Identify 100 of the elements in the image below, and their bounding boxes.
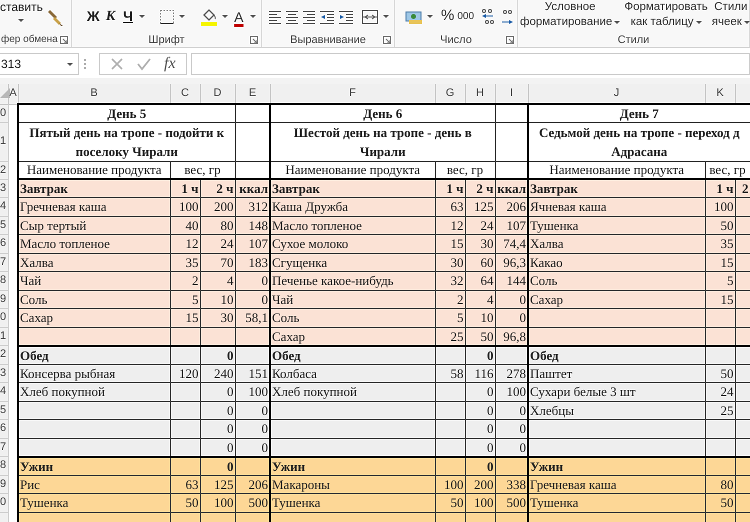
borders-icon[interactable]: [159, 8, 176, 24]
column-header[interactable]: I: [495, 84, 528, 104]
row-header[interactable]: 6: [0, 420, 8, 438]
fill-color-icon[interactable]: [200, 8, 218, 26]
table-cell: Хлеб покупной: [270, 382, 435, 401]
align-left-icon[interactable]: [268, 8, 282, 24]
increase-decimal-icon[interactable]: [480, 8, 496, 26]
table-cell: [435, 401, 465, 420]
format-as-table-button[interactable]: Форматировать как таблицу: [624, 0, 708, 30]
table-cell: 50: [705, 494, 735, 512]
dialog-launcher-icon[interactable]: [250, 36, 258, 44]
caret-icon[interactable]: [138, 13, 146, 20]
column-header[interactable]: G: [435, 84, 465, 104]
table-cell: Завтрак: [270, 179, 435, 198]
increase-indent-icon[interactable]: [338, 8, 354, 24]
row-header[interactable]: 4: [0, 198, 8, 216]
table-cell: [235, 456, 270, 475]
column-header[interactable]: H: [465, 84, 495, 104]
dialog-launcher-icon[interactable]: [506, 36, 514, 44]
bold-button[interactable]: Ж: [86, 6, 100, 27]
table-cell: Обед: [18, 346, 170, 364]
table-cell: 148: [235, 216, 270, 234]
caret-icon[interactable]: [696, 20, 702, 25]
table-cell: 74,4: [495, 234, 528, 253]
row-header[interactable]: 6: [0, 234, 8, 253]
caret-icon[interactable]: [744, 20, 750, 25]
decrease-indent-icon[interactable]: [319, 8, 335, 24]
table-cell: [170, 401, 200, 420]
caret-icon[interactable]: [249, 13, 258, 20]
name-box[interactable]: 313: [0, 53, 79, 75]
row-header[interactable]: 1: [0, 122, 8, 161]
table-cell: Сгущенка: [270, 253, 435, 272]
table-cell: 200: [465, 475, 495, 494]
table-cell: 183: [235, 253, 270, 272]
row-header[interactable]: 8: [0, 272, 8, 290]
table-cell: [435, 382, 465, 401]
table-cell: 107: [495, 216, 528, 234]
percent-button[interactable]: %: [441, 5, 454, 28]
column-header[interactable]: D: [200, 84, 235, 104]
table-cell: Паштет: [528, 364, 705, 382]
row-header[interactable]: 0: [0, 494, 8, 512]
table-cell: Тушенка: [528, 494, 705, 512]
row-header[interactable]: 0: [0, 308, 8, 327]
row-header[interactable]: 9: [0, 290, 8, 308]
table-cell: [170, 456, 200, 475]
row-header[interactable]: 3: [0, 364, 8, 382]
row-header[interactable]: 1: [0, 327, 8, 346]
paste-button[interactable]: ставить: [0, 1, 43, 24]
group-label: Стили: [618, 34, 650, 46]
caret-icon[interactable]: [220, 13, 229, 20]
align-right-icon[interactable]: [302, 8, 316, 24]
row-header[interactable]: 2: [0, 161, 8, 179]
decrease-decimal-icon[interactable]: [499, 8, 516, 26]
row-header[interactable]: 5: [0, 216, 8, 234]
grip-icon[interactable]: [83, 58, 87, 70]
table-cell: Халва: [18, 253, 170, 272]
cell-styles-button[interactable]: Стили ячеек: [712, 0, 750, 30]
merge-cells-icon[interactable]: [361, 8, 379, 24]
table-cell: 30: [465, 234, 495, 253]
row-header[interactable]: 9: [0, 475, 8, 494]
table-cell: 15: [705, 290, 735, 308]
column-header[interactable]: E: [235, 84, 270, 104]
column-header[interactable]: B: [18, 84, 170, 104]
check-icon[interactable]: [136, 57, 152, 71]
insert-function-button[interactable]: fx: [164, 52, 176, 76]
row-header[interactable]: 0: [0, 104, 8, 122]
align-center-icon[interactable]: [285, 8, 299, 24]
caret-icon[interactable]: [382, 13, 390, 20]
currency-icon[interactable]: [405, 8, 423, 24]
row-header[interactable]: 3: [0, 179, 8, 198]
table-cell: 500: [235, 494, 270, 512]
thousands-separator-button[interactable]: 000: [457, 9, 474, 24]
formula-input[interactable]: [190, 53, 750, 75]
dialog-launcher-icon[interactable]: [60, 36, 68, 44]
table-cell: 96,3: [495, 253, 528, 272]
column-header[interactable]: A: [8, 84, 18, 104]
table-cell: 5: [435, 308, 465, 327]
row-header[interactable]: 2: [0, 346, 8, 364]
caret-icon[interactable]: [426, 13, 434, 20]
column-header[interactable]: K: [705, 84, 735, 104]
row-header[interactable]: 5: [0, 401, 8, 420]
table-cell: Сухое молоко: [270, 234, 435, 253]
row-header[interactable]: 7: [0, 253, 8, 272]
column-header[interactable]: F: [270, 84, 435, 104]
table-cell: Тушенка: [528, 216, 705, 234]
italic-button[interactable]: К: [103, 6, 118, 27]
column-header[interactable]: J: [528, 84, 705, 104]
dialog-launcher-icon[interactable]: [383, 36, 391, 44]
row-header[interactable]: 4: [0, 382, 8, 401]
table-cell: 0: [465, 456, 495, 475]
underline-button[interactable]: Ч: [120, 6, 136, 27]
row-header[interactable]: 7: [0, 438, 8, 456]
row-header[interactable]: 8: [0, 456, 8, 475]
font-color-button[interactable]: A: [232, 10, 246, 24]
table-cell: Консерва рыбная: [18, 364, 170, 382]
table-cell: [435, 420, 465, 438]
column-header[interactable]: C: [170, 84, 200, 104]
caret-icon[interactable]: [614, 20, 620, 25]
conditional-formatting-button[interactable]: Условное форматирование: [520, 0, 620, 30]
caret-icon[interactable]: [178, 13, 186, 20]
